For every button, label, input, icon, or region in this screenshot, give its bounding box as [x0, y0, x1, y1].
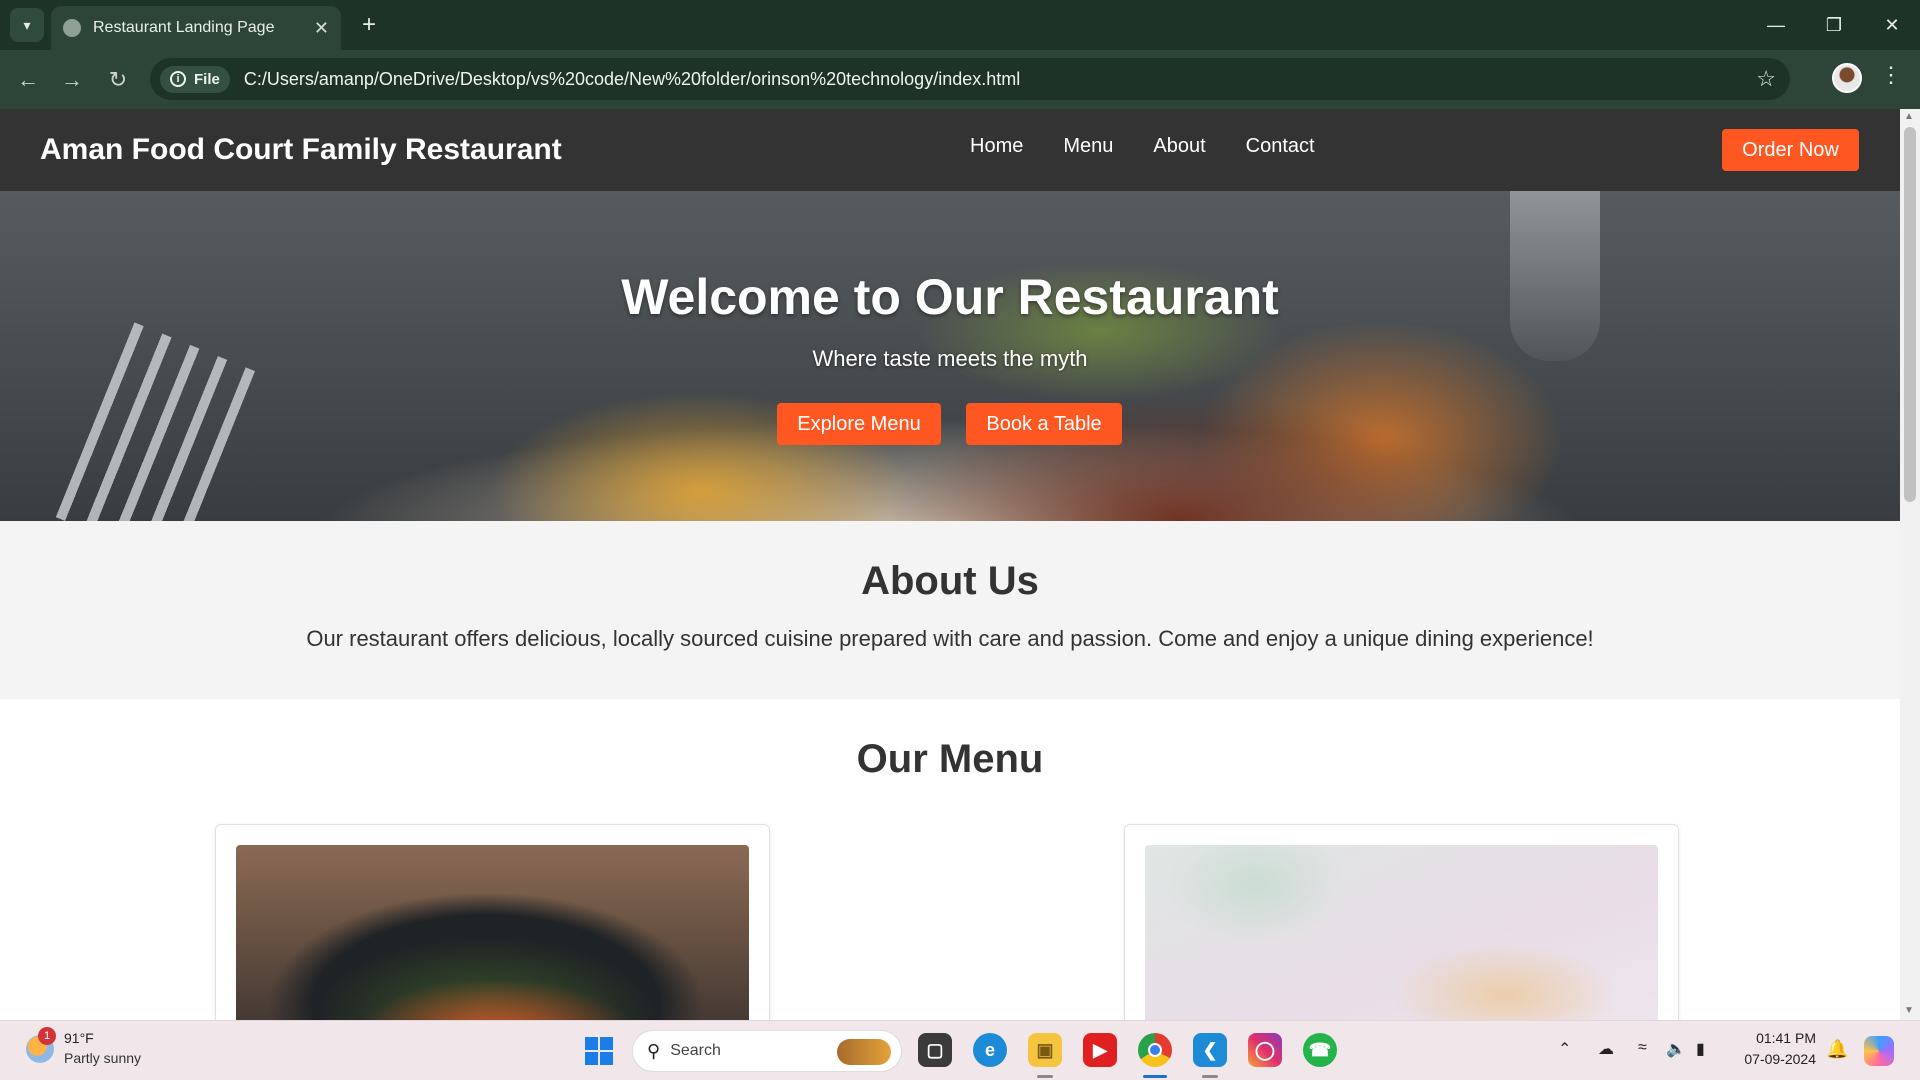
hero-subtitle: Where taste meets the myth — [812, 346, 1088, 371]
site-info-label: File — [194, 70, 220, 88]
nav-menu[interactable]: Menu — [1063, 135, 1113, 158]
reload-button[interactable]: ↻ — [100, 62, 136, 98]
search-highlight-icon — [837, 1039, 891, 1065]
menu-heading: Our Menu — [856, 737, 1044, 781]
vscode-icon[interactable]: ❮ — [1193, 1033, 1227, 1067]
close-window-button[interactable]: ✕ — [1864, 6, 1920, 44]
address-bar[interactable]: i File C:/Users/amanp/OneDrive/Desktop/v… — [150, 58, 1790, 100]
forward-button[interactable]: → — [54, 62, 90, 98]
scroll-down-arrow-icon[interactable]: ▼ — [1904, 1005, 1914, 1016]
folder-running-indicator — [1037, 1075, 1053, 1078]
menu-section: Our Menu — [0, 699, 1900, 1020]
url-text[interactable]: C:/Users/amanp/OneDrive/Desktop/vs%20cod… — [244, 69, 1020, 90]
clock-time[interactable]: 01:41 PM — [1740, 1030, 1816, 1046]
search-icon: ⚲ — [647, 1040, 661, 1061]
minimize-button[interactable]: — — [1748, 6, 1804, 44]
weather-badge: 1 — [38, 1027, 56, 1045]
task-view-icon[interactable]: ▢ — [918, 1033, 952, 1067]
tab-close-icon[interactable]: ✕ — [314, 18, 329, 39]
edge-icon[interactable]: e — [973, 1033, 1007, 1067]
site-header: Aman Food Court Family Restaurant Home M… — [0, 109, 1900, 191]
folder-icon[interactable]: ▣ — [1028, 1033, 1062, 1067]
info-icon: i — [170, 71, 186, 87]
tab-title: Restaurant Landing Page — [93, 19, 275, 36]
site-nav: Home Menu About Contact — [970, 135, 1315, 158]
site-info-chip[interactable]: i File — [160, 65, 230, 93]
copilot-icon[interactable] — [1864, 1036, 1894, 1066]
browser-menu-icon[interactable]: ⋮ — [1880, 62, 1902, 88]
hero-title: Welcome to Our Restaurant — [621, 269, 1279, 325]
taskbar-search[interactable]: ⚲ Search — [632, 1030, 902, 1072]
tab-search-button[interactable]: ▾ — [10, 8, 44, 42]
order-now-button[interactable]: Order Now — [1722, 129, 1859, 171]
vscode-running-indicator — [1202, 1075, 1218, 1078]
nav-home[interactable]: Home — [970, 135, 1023, 158]
profile-avatar[interactable] — [1832, 63, 1862, 93]
battery-icon[interactable]: ▮ — [1696, 1039, 1705, 1059]
notification-bell-icon[interactable]: 🔔 — [1826, 1039, 1848, 1060]
restore-button[interactable]: ❐ — [1806, 6, 1862, 44]
bookmark-star-icon[interactable]: ☆ — [1756, 66, 1776, 92]
new-tab-button[interactable]: + — [352, 8, 386, 42]
menu-card[interactable] — [1124, 824, 1679, 1020]
wifi-icon[interactable]: ≈ — [1638, 1039, 1647, 1057]
book-table-button[interactable]: Book a Table — [966, 403, 1122, 445]
scrollbar-thumb[interactable] — [1904, 127, 1916, 502]
whatsapp-icon[interactable]: ☎ — [1303, 1033, 1337, 1067]
hero-section: Welcome to Our Restaurant Where taste me… — [0, 191, 1900, 521]
page-viewport: Aman Food Court Family Restaurant Home M… — [0, 109, 1900, 1020]
about-section: About Us Our restaurant offers delicious… — [0, 521, 1900, 699]
chrome-active-indicator — [1143, 1075, 1167, 1078]
address-toolbar: ← → ↻ i File C:/Users/amanp/OneDrive/Des… — [0, 50, 1920, 109]
scroll-up-arrow-icon[interactable]: ▲ — [1904, 111, 1914, 122]
clock-date[interactable]: 07-09-2024 — [1736, 1051, 1816, 1067]
browser-tab[interactable]: Restaurant Landing Page ✕ — [51, 6, 341, 50]
about-heading: About Us — [861, 559, 1039, 603]
back-button[interactable]: ← — [10, 62, 46, 98]
page-globe-icon — [63, 19, 81, 37]
start-icon[interactable] — [585, 1037, 613, 1065]
show-hidden-icons-icon[interactable]: ⌃ — [1558, 1039, 1571, 1059]
instagram-icon[interactable]: ◯ — [1248, 1033, 1282, 1067]
menu-card[interactable] — [215, 824, 770, 1020]
youtube-icon[interactable]: ▶ — [1083, 1033, 1117, 1067]
page-scrollbar[interactable]: ▲ ▼ — [1900, 109, 1920, 1020]
weather-description[interactable]: Partly sunny — [64, 1050, 141, 1066]
nav-contact[interactable]: Contact — [1246, 135, 1315, 158]
weather-temperature[interactable]: 91°F — [64, 1030, 94, 1046]
volume-icon[interactable]: 🔈 — [1666, 1039, 1686, 1059]
explore-menu-button[interactable]: Explore Menu — [777, 403, 941, 445]
stir-fry-dish-image — [236, 845, 749, 1020]
browser-tab-bar: ▾ Restaurant Landing Page ✕ + — ❐ ✕ — [0, 0, 1920, 50]
chrome-icon[interactable] — [1138, 1033, 1172, 1067]
search-placeholder: Search — [670, 1042, 721, 1059]
about-text: Our restaurant offers delicious, locally… — [306, 626, 1594, 651]
taskbar: 1 91°F Partly sunny ⚲ Search ▢ e ▣ ▶ ❮ ◯… — [0, 1020, 1920, 1080]
nav-about[interactable]: About — [1153, 135, 1205, 158]
restaurant-brand[interactable]: Aman Food Court Family Restaurant — [40, 133, 562, 167]
chicken-dish-image — [1145, 845, 1658, 1020]
onedrive-cloud-icon[interactable]: ☁ — [1598, 1039, 1614, 1059]
